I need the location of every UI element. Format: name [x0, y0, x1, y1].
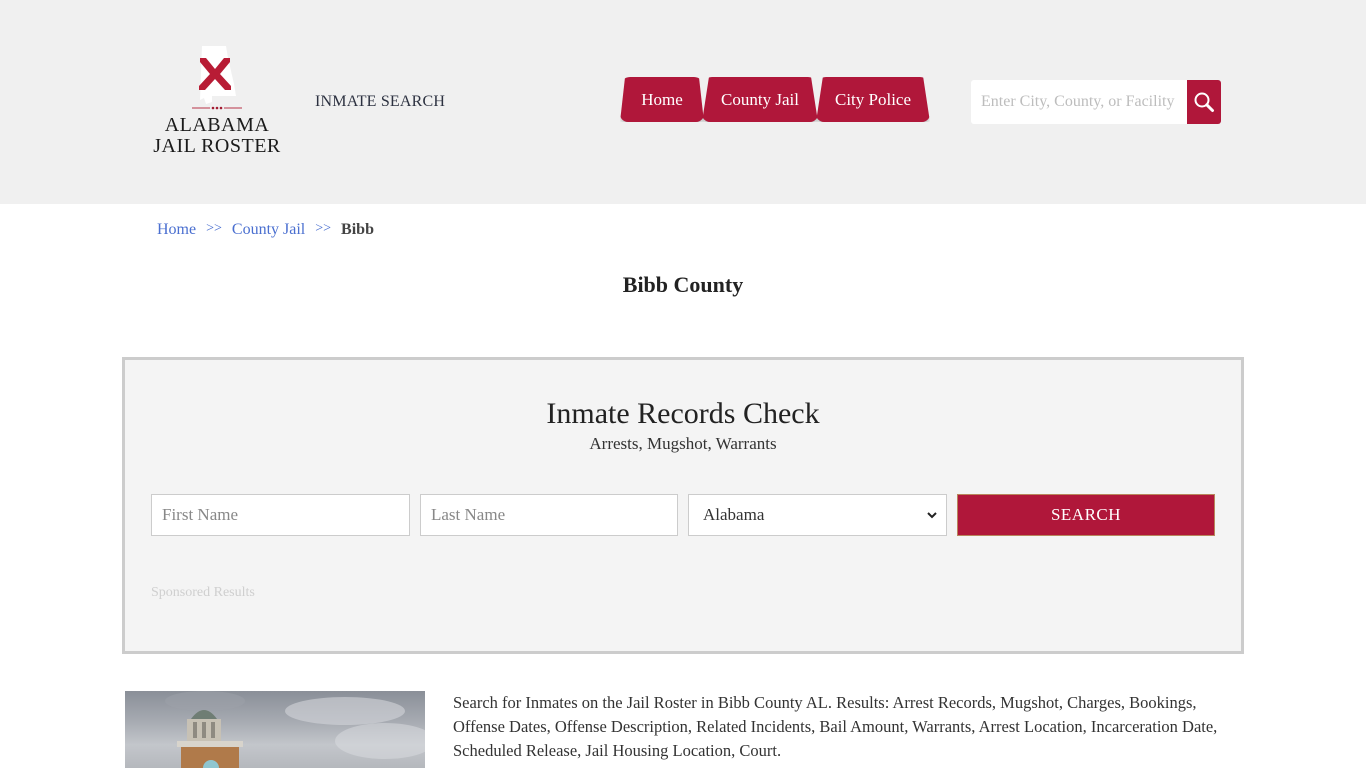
inmate-records-panel: Inmate Records Check Arrests, Mugshot, W… — [122, 357, 1244, 654]
breadcrumb-separator: >> — [206, 221, 222, 236]
main-nav: Home County Jail City Police — [620, 77, 930, 122]
panel-title: Inmate Records Check — [546, 397, 820, 430]
state-select[interactable]: Alabama — [688, 494, 947, 536]
sponsored-results-label: Sponsored Results — [151, 585, 255, 600]
panel-subtitle: Arrests, Mugshot, Warrants — [589, 434, 777, 453]
site-search-input[interactable] — [971, 80, 1187, 124]
records-search-button[interactable]: SEARCH — [957, 494, 1215, 536]
site-search — [971, 80, 1221, 124]
nav-tab-label: County Jail — [721, 89, 799, 109]
logo-line-2: JAIL ROSTER — [153, 135, 281, 157]
site-header: ALABAMA JAIL ROSTER INMATE SEARCH Home C… — [0, 0, 1366, 204]
breadcrumb-county-jail[interactable]: County Jail — [232, 221, 305, 239]
site-logo[interactable]: ALABAMA JAIL ROSTER — [150, 44, 284, 162]
search-icon — [1194, 92, 1214, 112]
breadcrumb-home[interactable]: Home — [157, 221, 196, 239]
nav-tab-label: City Police — [834, 89, 912, 109]
nav-tab-county-jail[interactable]: County Jail — [702, 77, 818, 122]
logo-line-1: ALABAMA — [164, 114, 270, 136]
clock-tower-image — [165, 691, 425, 768]
breadcrumb-separator: >> — [315, 221, 332, 236]
nav-tab-label: Home — [641, 89, 683, 109]
nav-tab-home[interactable]: Home — [620, 77, 704, 122]
first-name-input[interactable] — [151, 494, 410, 536]
intro-text: Search for Inmates on the Jail Roster in… — [453, 693, 1218, 760]
chevron-down-icon — [927, 512, 937, 519]
site-search-button[interactable] — [1187, 80, 1221, 124]
breadcrumb-current: Bibb — [341, 221, 374, 238]
inmate-search-link[interactable]: INMATE SEARCH — [315, 93, 445, 111]
county-photo — [125, 691, 425, 768]
nav-tab-city-police[interactable]: City Police — [816, 77, 930, 122]
alabama-state-flag-icon — [192, 46, 242, 110]
breadcrumb: Home >> County Jail >> Bibb — [157, 221, 374, 239]
logo-text: ALABAMA JAIL ROSTER — [150, 115, 284, 157]
page-title: Bibb County — [622, 272, 744, 297]
last-name-input[interactable] — [420, 494, 678, 536]
state-selected-value: Alabama — [703, 505, 765, 524]
